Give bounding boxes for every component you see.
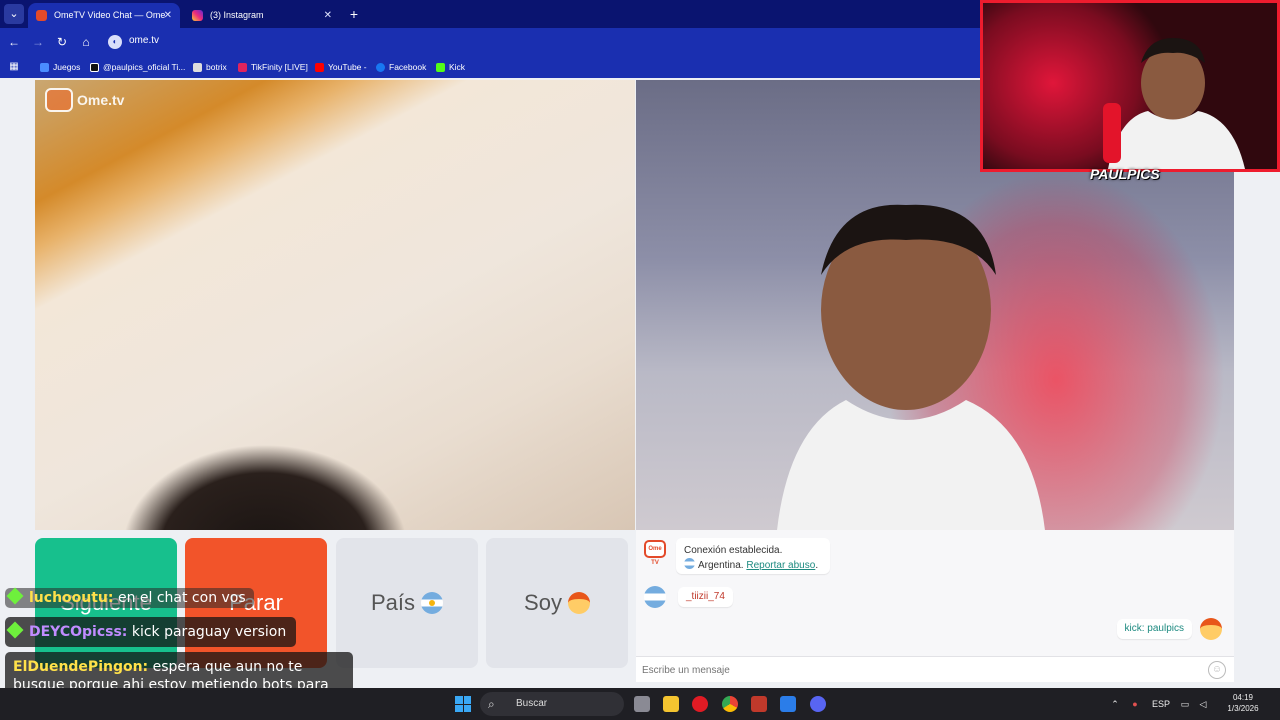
- ometv-logo-text: Ome.tv: [77, 92, 125, 108]
- facebook-icon: [376, 63, 385, 72]
- chat-text: kick paraguay version: [131, 624, 287, 640]
- chat-text: en el chat con vos: [117, 590, 246, 606]
- back-button[interactable]: ←: [5, 33, 23, 51]
- tab-title: OmeTV Video Chat — Ome: [54, 10, 166, 20]
- clock[interactable]: 04:19 1/3/2026: [1225, 692, 1261, 714]
- message-input[interactable]: [642, 661, 1202, 679]
- close-tab-icon[interactable]: ✕: [164, 3, 172, 28]
- bookmark-tikfinity[interactable]: TikFinity [LIVE]: [238, 60, 308, 74]
- media-player-icon[interactable]: [692, 696, 708, 712]
- clock-date: 1/3/2026: [1227, 704, 1259, 713]
- app-icon[interactable]: [780, 696, 796, 712]
- bookmark-juegos[interactable]: Juegos: [40, 60, 80, 74]
- argentina-flag-icon: [684, 558, 695, 569]
- reload-button[interactable]: ↻: [53, 33, 71, 51]
- close-tab-icon[interactable]: ✕: [324, 3, 332, 28]
- kick-icon: [436, 63, 445, 72]
- gender-label: Soy: [524, 590, 562, 615]
- system-message: Conexión establecida. Argentina. Reporta…: [676, 538, 830, 574]
- bookmark-botrix[interactable]: botrix: [193, 60, 227, 74]
- microphone-icon[interactable]: ●: [1128, 688, 1142, 720]
- chat-username: luchooutu:: [29, 590, 114, 606]
- gem-badge-icon: [6, 621, 24, 639]
- instagram-favicon-icon: [192, 10, 203, 21]
- country-label: País: [370, 590, 416, 615]
- url-text: ome.tv: [129, 35, 160, 46]
- ometv-logo-icon: [45, 88, 73, 112]
- remote-video-feed: Ome.tv: [35, 80, 635, 530]
- bookmark-kick[interactable]: Kick: [436, 60, 465, 74]
- windows-taskbar: ⌕ Buscar ⌃ ● ESP ▭ ◁ 04:19 1/3/2026: [0, 688, 1280, 720]
- network-icon[interactable]: ▭: [1178, 688, 1192, 720]
- new-tab-button[interactable]: +: [344, 4, 364, 24]
- forward-button[interactable]: →: [29, 33, 47, 51]
- bookmark-label: Kick: [449, 62, 466, 72]
- site-info-icon[interactable]: ◐: [108, 35, 122, 49]
- address-bar[interactable]: ◐ ome.tv: [104, 32, 984, 52]
- report-abuse-link[interactable]: Reportar abuso: [746, 560, 815, 571]
- file-explorer-icon[interactable]: [663, 696, 679, 712]
- apps-grid-icon[interactable]: ▦: [5, 58, 23, 76]
- volume-icon[interactable]: ◁: [1196, 688, 1210, 720]
- tab-ometv[interactable]: OmeTV Video Chat — Ome ✕: [28, 3, 180, 28]
- bookmark-tiktok[interactable]: @paulpics_oficial Ti...: [90, 60, 185, 74]
- partner-message: _tiizii_74: [678, 587, 733, 607]
- ometv-logo: Ome.tv: [45, 88, 124, 112]
- clock-time: 04:19: [1232, 693, 1254, 702]
- streamer-webcam-overlay: [980, 0, 1280, 172]
- stream-chat-message: luchooutu: en el chat con vos: [5, 587, 254, 608]
- tab-search-menu-button[interactable]: ⌄: [4, 4, 24, 24]
- country-filter-button[interactable]: País: [336, 538, 478, 668]
- voicemod-icon[interactable]: [751, 696, 767, 712]
- bookmark-label: TikFinity [LIVE]: [251, 62, 308, 72]
- bookmark-label: botrix: [206, 62, 227, 72]
- gender-button[interactable]: Soy: [486, 538, 628, 668]
- tab-instagram[interactable]: (3) Instagram ✕: [184, 3, 340, 28]
- streamer-silhouette: [777, 204, 1045, 530]
- tab-title: (3) Instagram: [210, 10, 264, 20]
- my-message: kick: paulpics: [1116, 619, 1192, 639]
- boy-avatar-icon: [567, 592, 590, 614]
- emoji-icon[interactable]: ☺: [1208, 661, 1226, 679]
- my-avatar: [1200, 618, 1222, 640]
- webcam-silhouette: [1103, 38, 1245, 169]
- chrome-icon[interactable]: [722, 696, 738, 712]
- chat-username: ElDuendePingon:: [13, 659, 149, 675]
- partner-flag-avatar: [644, 586, 666, 608]
- chat-username: DEYCOpicss:: [29, 624, 128, 640]
- country-name: Argentina.: [698, 560, 744, 571]
- chat-input-row: ☺: [636, 656, 1234, 682]
- home-button[interactable]: ⌂: [77, 33, 95, 51]
- bookmark-facebook[interactable]: Facebook: [376, 60, 426, 74]
- botrix-icon: [193, 63, 202, 72]
- task-view-icon[interactable]: [634, 696, 650, 712]
- youtube-icon: [315, 63, 324, 72]
- chat-panel: Ome TV Conexión establecida. Argentina. …: [636, 530, 1234, 682]
- tray-chevron-icon[interactable]: ⌃: [1108, 688, 1122, 720]
- language-indicator[interactable]: ESP: [1150, 688, 1172, 720]
- country-line: Argentina. Reportar abuso.: [684, 558, 822, 573]
- ometv-favicon-icon: [36, 10, 47, 21]
- stream-chat-message: DEYCOpicss: kick paraguay version: [5, 617, 297, 647]
- discord-icon[interactable]: [810, 696, 826, 712]
- ometv-system-avatar: Ome TV: [644, 540, 666, 566]
- bookmark-label: Facebook: [389, 62, 427, 72]
- bookmark-label: Juegos: [53, 62, 81, 72]
- tikfinity-icon: [238, 63, 247, 72]
- bookmark-label: YouTube -: [328, 62, 367, 72]
- connection-status: Conexión establecida.: [684, 545, 783, 556]
- search-label: Buscar: [516, 698, 548, 709]
- search-icon: ⌕: [488, 697, 495, 711]
- gem-badge-icon: [6, 587, 24, 605]
- taskbar-search[interactable]: ⌕ Buscar: [480, 692, 624, 716]
- report-suffix: .: [815, 560, 819, 571]
- juegos-icon: [40, 63, 49, 72]
- bookmark-youtube[interactable]: YouTube -: [315, 60, 367, 74]
- tiktok-icon: [90, 63, 99, 72]
- bookmark-label: @paulpics_oficial Ti...: [103, 62, 186, 72]
- streamer-logo: PAULPICS: [1090, 166, 1160, 182]
- argentina-flag-icon: [421, 592, 444, 614]
- start-windows-icon[interactable]: [455, 696, 471, 712]
